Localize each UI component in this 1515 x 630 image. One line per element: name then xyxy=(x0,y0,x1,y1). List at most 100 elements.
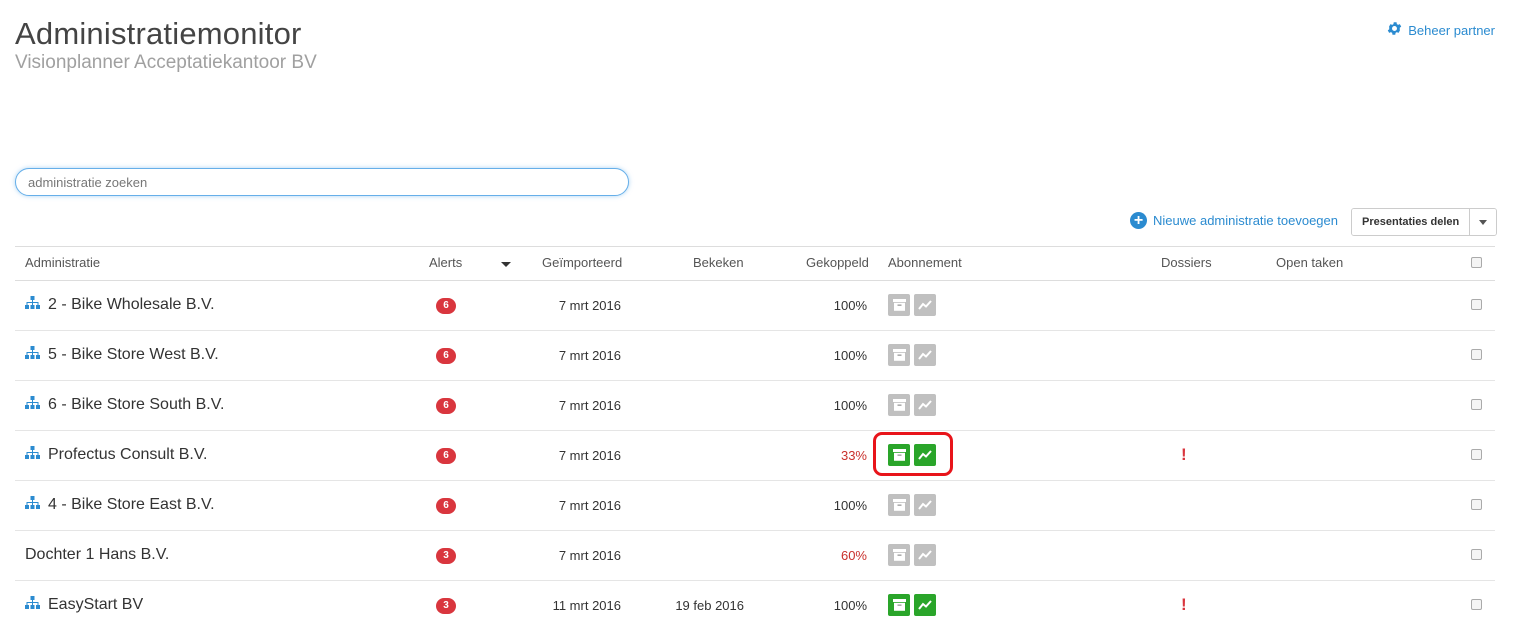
col-geimporteerd[interactable]: Geïmporteerd xyxy=(542,255,622,270)
alerts-badge[interactable]: 6 xyxy=(436,498,456,514)
alerts-badge[interactable]: 6 xyxy=(436,398,456,414)
administration-name[interactable]: 5 - Bike Store West B.V. xyxy=(25,346,219,364)
add-administration-label: Nieuwe administratie toevoegen xyxy=(1153,213,1338,228)
table-row[interactable]: 2 - Bike Wholesale B.V. 6 7 mrt 2016 100% xyxy=(15,281,1495,331)
imported-date: 7 mrt 2016 xyxy=(558,548,621,563)
col-dossiers[interactable]: Dossiers xyxy=(1161,255,1212,270)
viewed-date: 19 feb 2016 xyxy=(675,598,744,613)
share-presentations-button[interactable]: Presentaties delen xyxy=(1352,209,1470,235)
linked-percentage: 100% xyxy=(833,348,867,363)
dossier-warning: ! xyxy=(1181,445,1187,464)
subscription-icons xyxy=(888,444,936,466)
trend-chart-icon[interactable] xyxy=(914,444,936,466)
trend-chart-icon[interactable] xyxy=(914,394,936,416)
administration-name[interactable]: Dochter 1 Hans B.V. xyxy=(25,546,169,564)
col-gekoppeld[interactable]: Gekoppeld xyxy=(806,255,869,270)
archive-icon[interactable] xyxy=(888,294,910,316)
sort-caret-icon[interactable] xyxy=(501,262,511,267)
col-administratie[interactable]: Administratie xyxy=(25,255,100,270)
table-row[interactable]: Profectus Consult B.V. 6 7 mrt 2016 33%! xyxy=(15,431,1495,481)
table-row[interactable]: Dochter 1 Hans B.V. 3 7 mrt 2016 60% xyxy=(15,531,1495,581)
share-presentations-group: Presentaties delen xyxy=(1351,208,1498,236)
hierarchy-icon xyxy=(25,296,40,314)
administration-name[interactable]: Profectus Consult B.V. xyxy=(25,446,208,464)
row-checkbox[interactable] xyxy=(1471,599,1482,610)
table-row[interactable]: 4 - Bike Store East B.V. 6 7 mrt 2016 100% xyxy=(15,481,1495,531)
imported-date: 7 mrt 2016 xyxy=(558,498,621,513)
imported-date: 7 mrt 2016 xyxy=(558,348,621,363)
linked-percentage: 100% xyxy=(833,598,867,613)
alerts-badge[interactable]: 6 xyxy=(436,298,456,314)
imported-date: 11 mrt 2016 xyxy=(552,598,621,613)
imported-date: 7 mrt 2016 xyxy=(558,298,621,313)
trend-chart-icon[interactable] xyxy=(914,544,936,566)
beheer-partner-link[interactable]: Beheer partner xyxy=(1386,20,1495,40)
hierarchy-icon xyxy=(25,396,40,414)
hierarchy-icon xyxy=(25,346,40,364)
administration-name-label: 2 - Bike Wholesale B.V. xyxy=(48,296,215,313)
linked-percentage: 100% xyxy=(833,398,867,413)
col-open-taken[interactable]: Open taken xyxy=(1276,255,1343,270)
share-presentations-dropdown[interactable] xyxy=(1469,209,1497,235)
trend-chart-icon[interactable] xyxy=(914,494,936,516)
subscription-icons xyxy=(888,594,936,616)
page-title: Administratiemonitor xyxy=(15,16,302,51)
col-abonnement[interactable]: Abonnement xyxy=(888,255,962,270)
trend-chart-icon[interactable] xyxy=(914,344,936,366)
administration-name[interactable]: 2 - Bike Wholesale B.V. xyxy=(25,296,215,314)
administration-name-label: 5 - Bike Store West B.V. xyxy=(48,346,219,363)
trend-chart-icon[interactable] xyxy=(914,294,936,316)
administration-name-label: 6 - Bike Store South B.V. xyxy=(48,396,225,413)
administration-name[interactable]: 6 - Bike Store South B.V. xyxy=(25,396,224,414)
row-checkbox[interactable] xyxy=(1471,449,1482,460)
subscription-icons xyxy=(888,544,936,566)
archive-icon[interactable] xyxy=(888,444,910,466)
subscription-icons xyxy=(888,294,936,316)
administration-name[interactable]: EasyStart BV xyxy=(25,596,143,614)
row-checkbox[interactable] xyxy=(1471,299,1482,310)
linked-percentage: 60% xyxy=(840,548,867,563)
archive-icon[interactable] xyxy=(888,544,910,566)
alerts-badge[interactable]: 3 xyxy=(436,598,456,614)
table-row[interactable]: EasyStart BV 3 11 mrt 2016 19 feb 2016 100%! xyxy=(15,581,1495,630)
plus-circle-icon: + xyxy=(1130,212,1147,229)
caret-down-icon xyxy=(1479,219,1488,225)
col-bekeken[interactable]: Bekeken xyxy=(693,255,744,270)
subscription-icons xyxy=(888,394,936,416)
select-all-checkbox[interactable] xyxy=(1471,257,1482,268)
row-checkbox[interactable] xyxy=(1471,549,1482,560)
administration-name[interactable]: 4 - Bike Store East B.V. xyxy=(25,496,215,514)
administration-name-label: 4 - Bike Store East B.V. xyxy=(48,496,215,513)
linked-percentage: 33% xyxy=(840,448,867,463)
gear-icon xyxy=(1386,20,1403,40)
alerts-badge[interactable]: 3 xyxy=(436,548,456,564)
archive-icon[interactable] xyxy=(888,494,910,516)
administration-name-label: Dochter 1 Hans B.V. xyxy=(25,546,170,563)
hierarchy-icon xyxy=(25,496,40,514)
linked-percentage: 100% xyxy=(833,498,867,513)
search-input[interactable] xyxy=(15,168,629,196)
table-body: 2 - Bike Wholesale B.V. 6 7 mrt 2016 100% 5 … xyxy=(15,281,1495,630)
table-row[interactable]: 5 - Bike Store West B.V. 6 7 mrt 2016 100% xyxy=(15,331,1495,381)
imported-date: 7 mrt 2016 xyxy=(558,398,621,413)
add-administration-button[interactable]: + Nieuwe administratie toevoegen xyxy=(1130,212,1338,229)
row-checkbox[interactable] xyxy=(1471,349,1482,360)
imported-date: 7 mrt 2016 xyxy=(558,448,621,463)
archive-icon[interactable] xyxy=(888,594,910,616)
row-checkbox[interactable] xyxy=(1471,399,1482,410)
col-alerts[interactable]: Alerts xyxy=(429,255,462,270)
administrations-table: Administratie Alerts Geïmporteerd Bekeke… xyxy=(15,246,1495,630)
row-checkbox[interactable] xyxy=(1471,499,1482,510)
archive-icon[interactable] xyxy=(888,344,910,366)
alerts-badge[interactable]: 6 xyxy=(436,448,456,464)
table-header: Administratie Alerts Geïmporteerd Bekeke… xyxy=(15,246,1495,281)
administration-name-label: Profectus Consult B.V. xyxy=(48,446,208,463)
trend-chart-icon[interactable] xyxy=(914,594,936,616)
table-row[interactable]: 6 - Bike Store South B.V. 6 7 mrt 2016 100% xyxy=(15,381,1495,431)
subscription-icons xyxy=(888,494,936,516)
archive-icon[interactable] xyxy=(888,394,910,416)
beheer-partner-label: Beheer partner xyxy=(1408,22,1495,38)
alerts-badge[interactable]: 6 xyxy=(436,348,456,364)
hierarchy-icon xyxy=(25,596,40,614)
administration-name-label: EasyStart BV xyxy=(48,596,144,613)
